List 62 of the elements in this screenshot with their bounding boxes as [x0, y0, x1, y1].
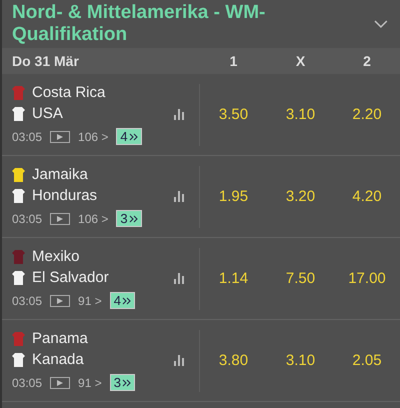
video-button[interactable] — [50, 130, 70, 142]
team-name: USA — [32, 105, 63, 122]
shirt-icon — [12, 270, 25, 284]
odds-button[interactable]: 7.50 — [267, 270, 334, 287]
league-title: Nord- & Mittelamerika - WM-Qualifikation — [12, 2, 266, 46]
team-name: Honduras — [32, 187, 98, 204]
stats-icon[interactable] — [174, 191, 185, 202]
team-name: Costa Rica — [32, 84, 106, 101]
odds-button[interactable]: 2.20 — [334, 106, 400, 123]
odds-button[interactable]: 1.95 — [200, 188, 267, 205]
video-button[interactable] — [50, 212, 70, 224]
shirt-icon — [12, 188, 25, 202]
odds-button[interactable]: 3.10 — [267, 106, 334, 123]
date-label: Do 31 Mär — [11, 53, 80, 69]
double-chevron-icon — [128, 214, 138, 222]
boost-badge[interactable]: 3 — [110, 374, 135, 391]
odds-button[interactable]: 1.14 — [200, 270, 267, 287]
boost-badge[interactable]: 4 — [110, 292, 135, 309]
team-name: Jamaika — [32, 166, 88, 183]
kickoff-time: 03:05 — [12, 130, 42, 144]
kickoff-time: 03:05 — [12, 376, 42, 390]
play-icon — [57, 134, 64, 140]
chevron-icon[interactable] — [374, 20, 388, 28]
team-name: Kanada — [32, 351, 84, 368]
double-chevron-icon — [122, 378, 131, 386]
column-header: X — [294, 53, 306, 69]
double-chevron-icon — [122, 296, 131, 304]
stats-icon[interactable] — [174, 109, 185, 120]
boost-badge[interactable]: 3 — [116, 210, 142, 227]
stats-icon[interactable] — [174, 273, 185, 284]
markets-link[interactable]: 91 > — [78, 294, 102, 308]
kickoff-time: 03:05 — [12, 212, 42, 226]
video-button[interactable] — [50, 294, 70, 306]
markets-link[interactable]: 106 > — [78, 212, 108, 226]
odds-button[interactable]: 3.80 — [200, 352, 267, 369]
play-icon — [57, 298, 64, 304]
shirt-icon — [12, 86, 25, 100]
team-name: Panama — [32, 330, 88, 347]
play-icon — [57, 216, 64, 222]
markets-link[interactable]: 91 > — [78, 376, 102, 390]
boost-badge[interactable]: 4 — [116, 128, 142, 145]
odds-button[interactable]: 2.05 — [334, 352, 400, 369]
markets-link[interactable]: 106 > — [78, 130, 108, 144]
play-icon — [57, 380, 64, 386]
odds-button[interactable]: 4.20 — [334, 188, 400, 205]
odds-button[interactable]: 3.20 — [267, 188, 334, 205]
odds-button[interactable]: 3.10 — [267, 352, 334, 369]
shirt-icon — [12, 168, 25, 182]
column-header: 1 — [228, 53, 238, 69]
shirt-icon — [12, 250, 25, 264]
kickoff-time: 03:05 — [12, 294, 42, 308]
double-chevron-icon — [128, 132, 138, 140]
video-button[interactable] — [50, 376, 70, 388]
column-header: 2 — [362, 53, 372, 69]
team-name: Mexiko — [32, 248, 80, 265]
odds-button[interactable]: 3.50 — [200, 106, 267, 123]
odds-button[interactable]: 17.00 — [334, 270, 400, 287]
shirt-icon — [12, 106, 25, 120]
shirt-icon — [12, 352, 25, 366]
shirt-icon — [12, 332, 25, 346]
stats-icon[interactable] — [174, 355, 185, 366]
team-name: El Salvador — [32, 269, 109, 286]
